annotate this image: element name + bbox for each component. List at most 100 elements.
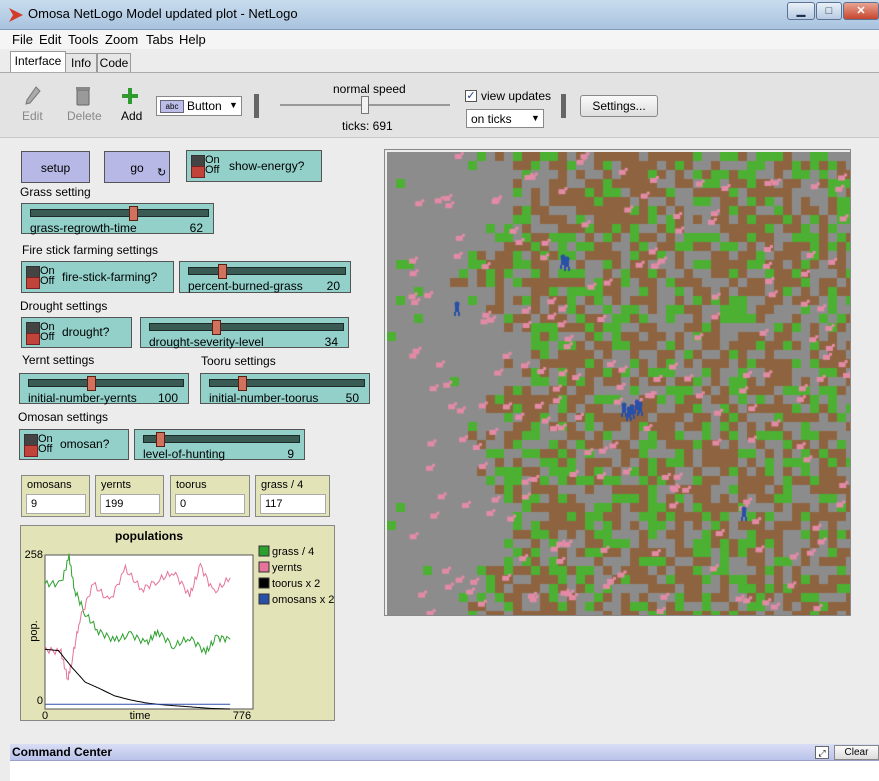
slider-thumb[interactable] (217, 264, 227, 279)
legend-label: toorus x 2 (272, 578, 320, 590)
world-view-frame[interactable] (384, 149, 851, 616)
minimize-button[interactable]: ▁ (787, 2, 815, 20)
slider-value: 20 (326, 279, 340, 293)
slider-thumb[interactable] (128, 206, 138, 221)
switch-track (26, 266, 40, 289)
slider-thumb[interactable] (86, 376, 96, 391)
settings-button[interactable]: Settings... (580, 95, 658, 117)
menu-tools[interactable]: Tools (68, 32, 98, 47)
maximize-button[interactable]: □ (816, 2, 842, 20)
slider-track (188, 267, 346, 275)
expand-icon[interactable]: ⤢ (815, 746, 829, 759)
grass-monitor: grass / 4 117 (255, 475, 330, 517)
monitor-value: 9 (26, 494, 86, 514)
legend-label: yernts (272, 562, 302, 574)
legend-label: grass / 4 (272, 546, 314, 558)
go-button[interactable]: go ↻ (104, 151, 170, 183)
grass-setting-label: Grass setting (20, 185, 91, 199)
slider-label: grass-regrowth-time (30, 221, 137, 235)
drought-label: drought? (62, 325, 110, 339)
edit-button[interactable]: Edit (22, 109, 43, 123)
slider-track (149, 323, 344, 331)
ticks-counter: ticks: 691 (342, 119, 393, 133)
slider-label: initial-number-toorus (209, 391, 319, 405)
grass-regrowth-slider[interactable]: grass-regrowth-time 62 (21, 203, 214, 235)
omosans-monitor: omosans 9 (21, 475, 90, 517)
setup-button[interactable]: setup (21, 151, 90, 183)
clear-button[interactable]: Clear (834, 745, 879, 760)
slider-thumb[interactable] (238, 376, 248, 391)
y-axis-label: pop. (28, 620, 40, 641)
yernt-settings-label: Yernt settings (22, 353, 95, 367)
menu-zoom[interactable]: Zoom (105, 32, 138, 47)
drought-settings-label: Drought settings (20, 299, 108, 313)
x-tick-min: 0 (42, 710, 48, 720)
legend-swatch (258, 561, 270, 573)
drought-switch[interactable]: On Off drought? (21, 317, 132, 348)
monitor-label: omosans (27, 479, 72, 491)
percent-burned-slider[interactable]: percent-burned-grass 20 (179, 261, 351, 293)
slider-label: percent-burned-grass (188, 279, 303, 293)
legend-swatch (258, 593, 270, 605)
plot-area (44, 554, 254, 710)
y-tick-max: 258 (25, 549, 43, 561)
tab-interface[interactable]: Interface (10, 51, 66, 73)
omosan-settings-label: Omosan settings (18, 410, 109, 424)
switch-knob[interactable] (24, 445, 38, 457)
menu-tabs[interactable]: Tabs (146, 32, 173, 47)
add-button[interactable]: Add (121, 109, 142, 123)
slider-label: level-of-hunting (143, 447, 226, 461)
legend-label: omosans x 2 (272, 594, 334, 606)
close-button[interactable]: ✕ (843, 2, 879, 20)
populations-chart: populations 258 0 0 776 time pop. grass … (25, 529, 334, 720)
slider-track (209, 379, 365, 387)
delete-button[interactable]: Delete (67, 109, 102, 123)
slider-thumb[interactable] (156, 432, 166, 447)
chevron-down-icon: ▼ (229, 100, 238, 110)
slider-label: drought-severity-level (149, 335, 264, 349)
switch-off-label: Off (40, 275, 55, 287)
tab-code[interactable]: Code (97, 53, 131, 73)
command-center-header (10, 744, 879, 761)
world-view[interactable] (387, 152, 850, 615)
widget-type-select[interactable]: abc Button ▼ (156, 96, 242, 116)
switch-knob[interactable] (26, 333, 40, 345)
menu-help[interactable]: Help (179, 32, 206, 47)
switch-knob[interactable] (26, 277, 40, 289)
show-energy-switch[interactable]: On Off show-energy? (186, 150, 322, 182)
pencil-icon (25, 86, 41, 105)
monitor-value: 199 (100, 494, 160, 514)
switch-off-label: Off (205, 164, 220, 176)
window-title: Omosa NetLogo Model updated plot - NetLo… (28, 6, 298, 21)
slider-value: 34 (324, 335, 338, 349)
populations-plot[interactable]: populations 258 0 0 776 time pop. grass … (20, 525, 335, 721)
initial-toorus-slider[interactable]: initial-number-toorus 50 (200, 373, 370, 405)
switch-knob[interactable] (191, 166, 205, 178)
slider-value: 9 (287, 447, 294, 461)
monitor-value: 117 (260, 494, 326, 514)
omosan-switch[interactable]: On Off omosan? (19, 429, 129, 460)
chart-title: populations (115, 529, 183, 543)
menu-edit[interactable]: Edit (39, 32, 61, 47)
omosan-label: omosan? (60, 437, 110, 451)
forever-icon: ↻ (157, 167, 167, 179)
yernts-monitor: yernts 199 (95, 475, 164, 517)
switch-off-label: Off (38, 443, 53, 455)
initial-yernts-slider[interactable]: initial-number-yernts 100 (19, 373, 189, 405)
hunting-slider[interactable]: level-of-hunting 9 (134, 429, 305, 461)
menu-file[interactable]: File (12, 32, 33, 47)
switch-track (26, 322, 40, 345)
chart-legend: grass / 4 yernts toorus x 2 omosans x 2 (258, 545, 334, 606)
show-energy-label: show-energy? (229, 159, 305, 173)
slider-thumb[interactable] (212, 320, 222, 335)
tab-info[interactable]: Info (65, 53, 97, 73)
chevron-down-icon: ▼ (531, 113, 540, 123)
view-updates-checkbox[interactable]: ✓ (465, 90, 477, 102)
netlogo-app-icon (9, 8, 23, 22)
y-tick-min: 0 (37, 695, 43, 707)
slider-value: 100 (157, 391, 178, 405)
speed-slider-handle[interactable] (361, 96, 369, 114)
fire-stick-switch[interactable]: On Off fire-stick-farming? (21, 261, 174, 293)
update-mode-select[interactable]: on ticks ▼ (466, 109, 544, 128)
drought-severity-slider[interactable]: drought-severity-level 34 (140, 317, 349, 349)
